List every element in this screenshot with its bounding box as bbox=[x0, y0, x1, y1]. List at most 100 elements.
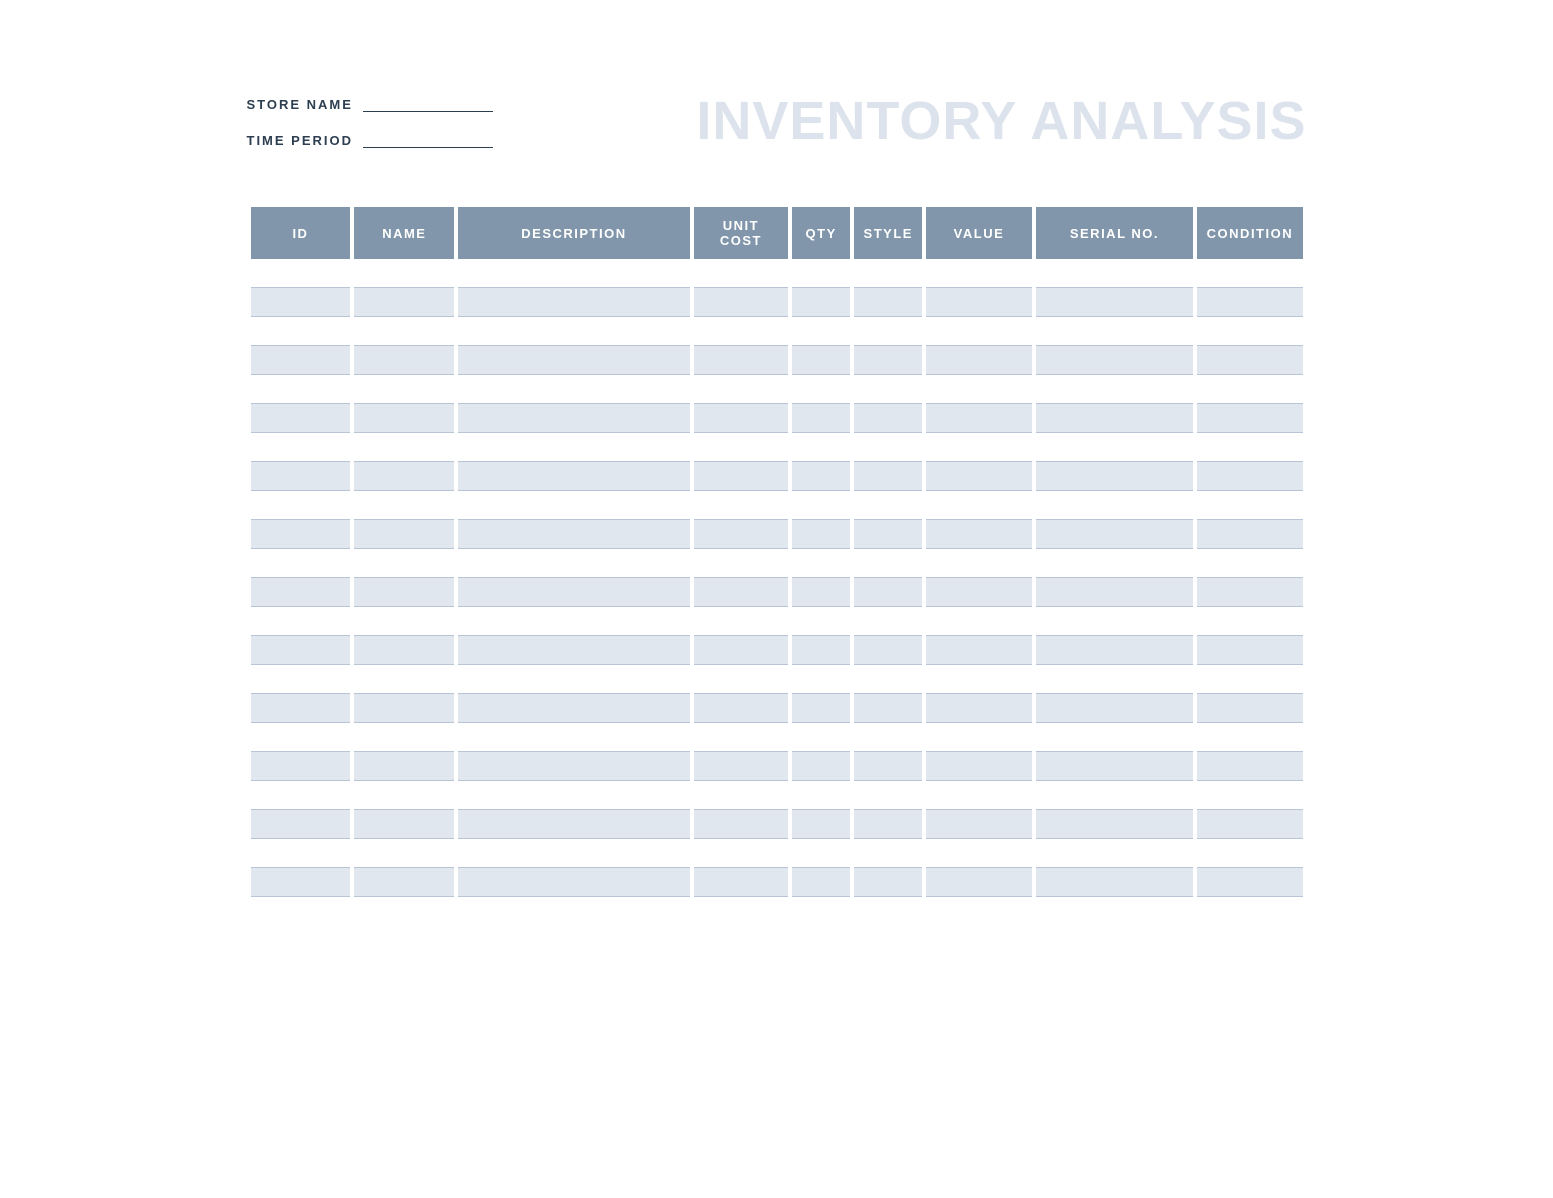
cell-name[interactable] bbox=[354, 868, 454, 897]
cell-serial_no[interactable] bbox=[1036, 752, 1194, 781]
cell-qty[interactable] bbox=[792, 694, 850, 723]
cell-name[interactable] bbox=[354, 636, 454, 665]
cell-condition[interactable] bbox=[1197, 868, 1302, 897]
cell-name[interactable] bbox=[354, 346, 454, 375]
cell-id[interactable] bbox=[251, 839, 351, 868]
cell-serial_no[interactable] bbox=[1036, 491, 1194, 520]
cell-value[interactable] bbox=[926, 868, 1031, 897]
cell-qty[interactable] bbox=[792, 317, 850, 346]
cell-serial_no[interactable] bbox=[1036, 810, 1194, 839]
cell-style[interactable] bbox=[854, 433, 922, 462]
cell-qty[interactable] bbox=[792, 433, 850, 462]
cell-id[interactable] bbox=[251, 346, 351, 375]
cell-qty[interactable] bbox=[792, 781, 850, 810]
cell-value[interactable] bbox=[926, 694, 1031, 723]
cell-condition[interactable] bbox=[1197, 839, 1302, 868]
cell-style[interactable] bbox=[854, 694, 922, 723]
cell-condition[interactable] bbox=[1197, 346, 1302, 375]
cell-style[interactable] bbox=[854, 810, 922, 839]
cell-id[interactable] bbox=[251, 520, 351, 549]
cell-style[interactable] bbox=[854, 578, 922, 607]
cell-unit_cost[interactable] bbox=[694, 317, 789, 346]
cell-description[interactable] bbox=[458, 317, 689, 346]
cell-value[interactable] bbox=[926, 781, 1031, 810]
cell-style[interactable] bbox=[854, 346, 922, 375]
cell-name[interactable] bbox=[354, 520, 454, 549]
cell-condition[interactable] bbox=[1197, 404, 1302, 433]
cell-name[interactable] bbox=[354, 607, 454, 636]
cell-style[interactable] bbox=[854, 607, 922, 636]
cell-description[interactable] bbox=[458, 549, 689, 578]
cell-style[interactable] bbox=[854, 781, 922, 810]
cell-value[interactable] bbox=[926, 433, 1031, 462]
cell-value[interactable] bbox=[926, 607, 1031, 636]
cell-value[interactable] bbox=[926, 375, 1031, 404]
cell-condition[interactable] bbox=[1197, 723, 1302, 752]
cell-condition[interactable] bbox=[1197, 491, 1302, 520]
cell-style[interactable] bbox=[854, 868, 922, 897]
cell-value[interactable] bbox=[926, 491, 1031, 520]
cell-qty[interactable] bbox=[792, 636, 850, 665]
cell-unit_cost[interactable] bbox=[694, 752, 789, 781]
cell-condition[interactable] bbox=[1197, 317, 1302, 346]
cell-serial_no[interactable] bbox=[1036, 433, 1194, 462]
cell-value[interactable] bbox=[926, 752, 1031, 781]
cell-style[interactable] bbox=[854, 404, 922, 433]
cell-name[interactable] bbox=[354, 462, 454, 491]
cell-serial_no[interactable] bbox=[1036, 607, 1194, 636]
cell-name[interactable] bbox=[354, 288, 454, 317]
cell-serial_no[interactable] bbox=[1036, 288, 1194, 317]
cell-id[interactable] bbox=[251, 375, 351, 404]
cell-id[interactable] bbox=[251, 462, 351, 491]
cell-qty[interactable] bbox=[792, 868, 850, 897]
cell-unit_cost[interactable] bbox=[694, 462, 789, 491]
cell-description[interactable] bbox=[458, 636, 689, 665]
cell-style[interactable] bbox=[854, 752, 922, 781]
cell-serial_no[interactable] bbox=[1036, 839, 1194, 868]
cell-value[interactable] bbox=[926, 549, 1031, 578]
cell-qty[interactable] bbox=[792, 578, 850, 607]
cell-unit_cost[interactable] bbox=[694, 839, 789, 868]
store-name-input[interactable] bbox=[363, 94, 493, 112]
cell-name[interactable] bbox=[354, 781, 454, 810]
cell-style[interactable] bbox=[854, 462, 922, 491]
cell-style[interactable] bbox=[854, 636, 922, 665]
cell-id[interactable] bbox=[251, 665, 351, 694]
cell-name[interactable] bbox=[354, 549, 454, 578]
cell-serial_no[interactable] bbox=[1036, 317, 1194, 346]
cell-description[interactable] bbox=[458, 433, 689, 462]
cell-unit_cost[interactable] bbox=[694, 346, 789, 375]
cell-id[interactable] bbox=[251, 723, 351, 752]
cell-name[interactable] bbox=[354, 375, 454, 404]
cell-unit_cost[interactable] bbox=[694, 723, 789, 752]
cell-unit_cost[interactable] bbox=[694, 636, 789, 665]
cell-id[interactable] bbox=[251, 868, 351, 897]
cell-description[interactable] bbox=[458, 578, 689, 607]
cell-value[interactable] bbox=[926, 520, 1031, 549]
cell-name[interactable] bbox=[354, 665, 454, 694]
cell-qty[interactable] bbox=[792, 549, 850, 578]
cell-value[interactable] bbox=[926, 578, 1031, 607]
cell-value[interactable] bbox=[926, 317, 1031, 346]
cell-serial_no[interactable] bbox=[1036, 636, 1194, 665]
cell-qty[interactable] bbox=[792, 288, 850, 317]
cell-unit_cost[interactable] bbox=[694, 781, 789, 810]
cell-unit_cost[interactable] bbox=[694, 810, 789, 839]
cell-condition[interactable] bbox=[1197, 462, 1302, 491]
cell-description[interactable] bbox=[458, 694, 689, 723]
cell-unit_cost[interactable] bbox=[694, 549, 789, 578]
cell-id[interactable] bbox=[251, 810, 351, 839]
cell-qty[interactable] bbox=[792, 839, 850, 868]
cell-name[interactable] bbox=[354, 433, 454, 462]
cell-value[interactable] bbox=[926, 404, 1031, 433]
cell-unit_cost[interactable] bbox=[694, 607, 789, 636]
cell-description[interactable] bbox=[458, 723, 689, 752]
cell-unit_cost[interactable] bbox=[694, 520, 789, 549]
cell-unit_cost[interactable] bbox=[694, 694, 789, 723]
cell-name[interactable] bbox=[354, 810, 454, 839]
cell-id[interactable] bbox=[251, 433, 351, 462]
cell-name[interactable] bbox=[354, 694, 454, 723]
cell-condition[interactable] bbox=[1197, 259, 1302, 288]
cell-id[interactable] bbox=[251, 491, 351, 520]
cell-qty[interactable] bbox=[792, 810, 850, 839]
